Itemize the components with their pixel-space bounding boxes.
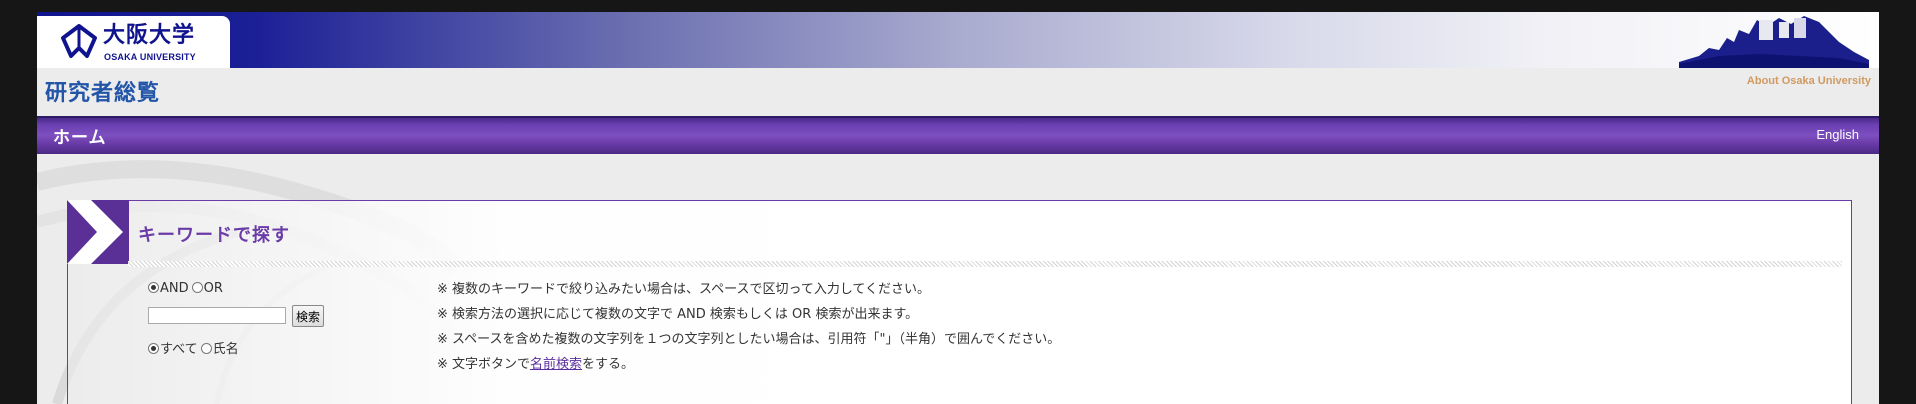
keyword-search-input[interactable] bbox=[148, 307, 286, 324]
radio-all-label: すべて bbox=[160, 342, 198, 357]
note-suffix: をする。 bbox=[582, 357, 635, 372]
note-item: ※ 検索方法の選択に応じて複数の文字で AND 検索もしくは OR 検索が出来ま… bbox=[437, 307, 919, 322]
building-image bbox=[1679, 16, 1869, 68]
name-search-link[interactable]: 名前検索 bbox=[530, 357, 582, 372]
note-item: ※ 複数のキーワードで絞り込みたい場合は、スペースで区切って入力してください。 bbox=[437, 282, 931, 297]
nav-home-link[interactable]: ホーム bbox=[53, 123, 107, 148]
language-english-link[interactable]: English bbox=[1816, 127, 1859, 142]
search-mode-group: AND OR bbox=[148, 281, 226, 296]
about-osaka-university-link[interactable]: About Osaka University bbox=[1747, 75, 1871, 87]
radio-all[interactable] bbox=[148, 343, 159, 354]
section-divider bbox=[128, 261, 1842, 267]
search-button[interactable]: 検索 bbox=[292, 305, 324, 327]
university-logo[interactable]: 大阪大学 OSAKA UNIVERSITY bbox=[37, 16, 230, 68]
radio-name[interactable] bbox=[200, 343, 212, 354]
page-title: 研究者総覧 bbox=[45, 81, 161, 106]
section-title: キーワードで探す bbox=[138, 225, 290, 246]
note-item: ※ スペースを含めた複数の文字列を１つの文字列としたい場合は、引用符「"」（半角… bbox=[437, 332, 1061, 347]
search-scope-group: すべて 氏名 bbox=[148, 338, 242, 357]
osaka-university-icon bbox=[61, 24, 97, 58]
logo-text-en: OSAKA UNIVERSITY bbox=[104, 52, 196, 62]
radio-or[interactable] bbox=[191, 282, 203, 293]
arrow-right-icon bbox=[67, 200, 129, 264]
main-nav-bar: ホーム English bbox=[37, 116, 1879, 154]
radio-and[interactable] bbox=[148, 282, 159, 293]
top-banner: 大阪大学 OSAKA UNIVERSITY bbox=[37, 12, 1879, 68]
note-prefix: ※ 文字ボタンで bbox=[437, 357, 531, 372]
search-notes: ※ 複数のキーワードで絞り込みたい場合は、スペースで区切って入力してください。 … bbox=[437, 281, 1060, 381]
logo-text-jp: 大阪大学 bbox=[103, 23, 196, 48]
radio-name-label: 氏名 bbox=[212, 342, 239, 357]
page-frame: 大阪大学 OSAKA UNIVERSITY 研究者総覧 About Osaka … bbox=[37, 12, 1879, 404]
keyword-search-panel: キーワードで探す AND OR 検索 すべて 氏名 ※ 複数のキーワードで絞り込みた… bbox=[67, 200, 1852, 404]
note-item: ※ 文字ボタンで名前検索をする。 bbox=[437, 356, 1060, 381]
radio-and-label: AND bbox=[160, 281, 189, 296]
radio-or-label: OR bbox=[203, 281, 223, 296]
